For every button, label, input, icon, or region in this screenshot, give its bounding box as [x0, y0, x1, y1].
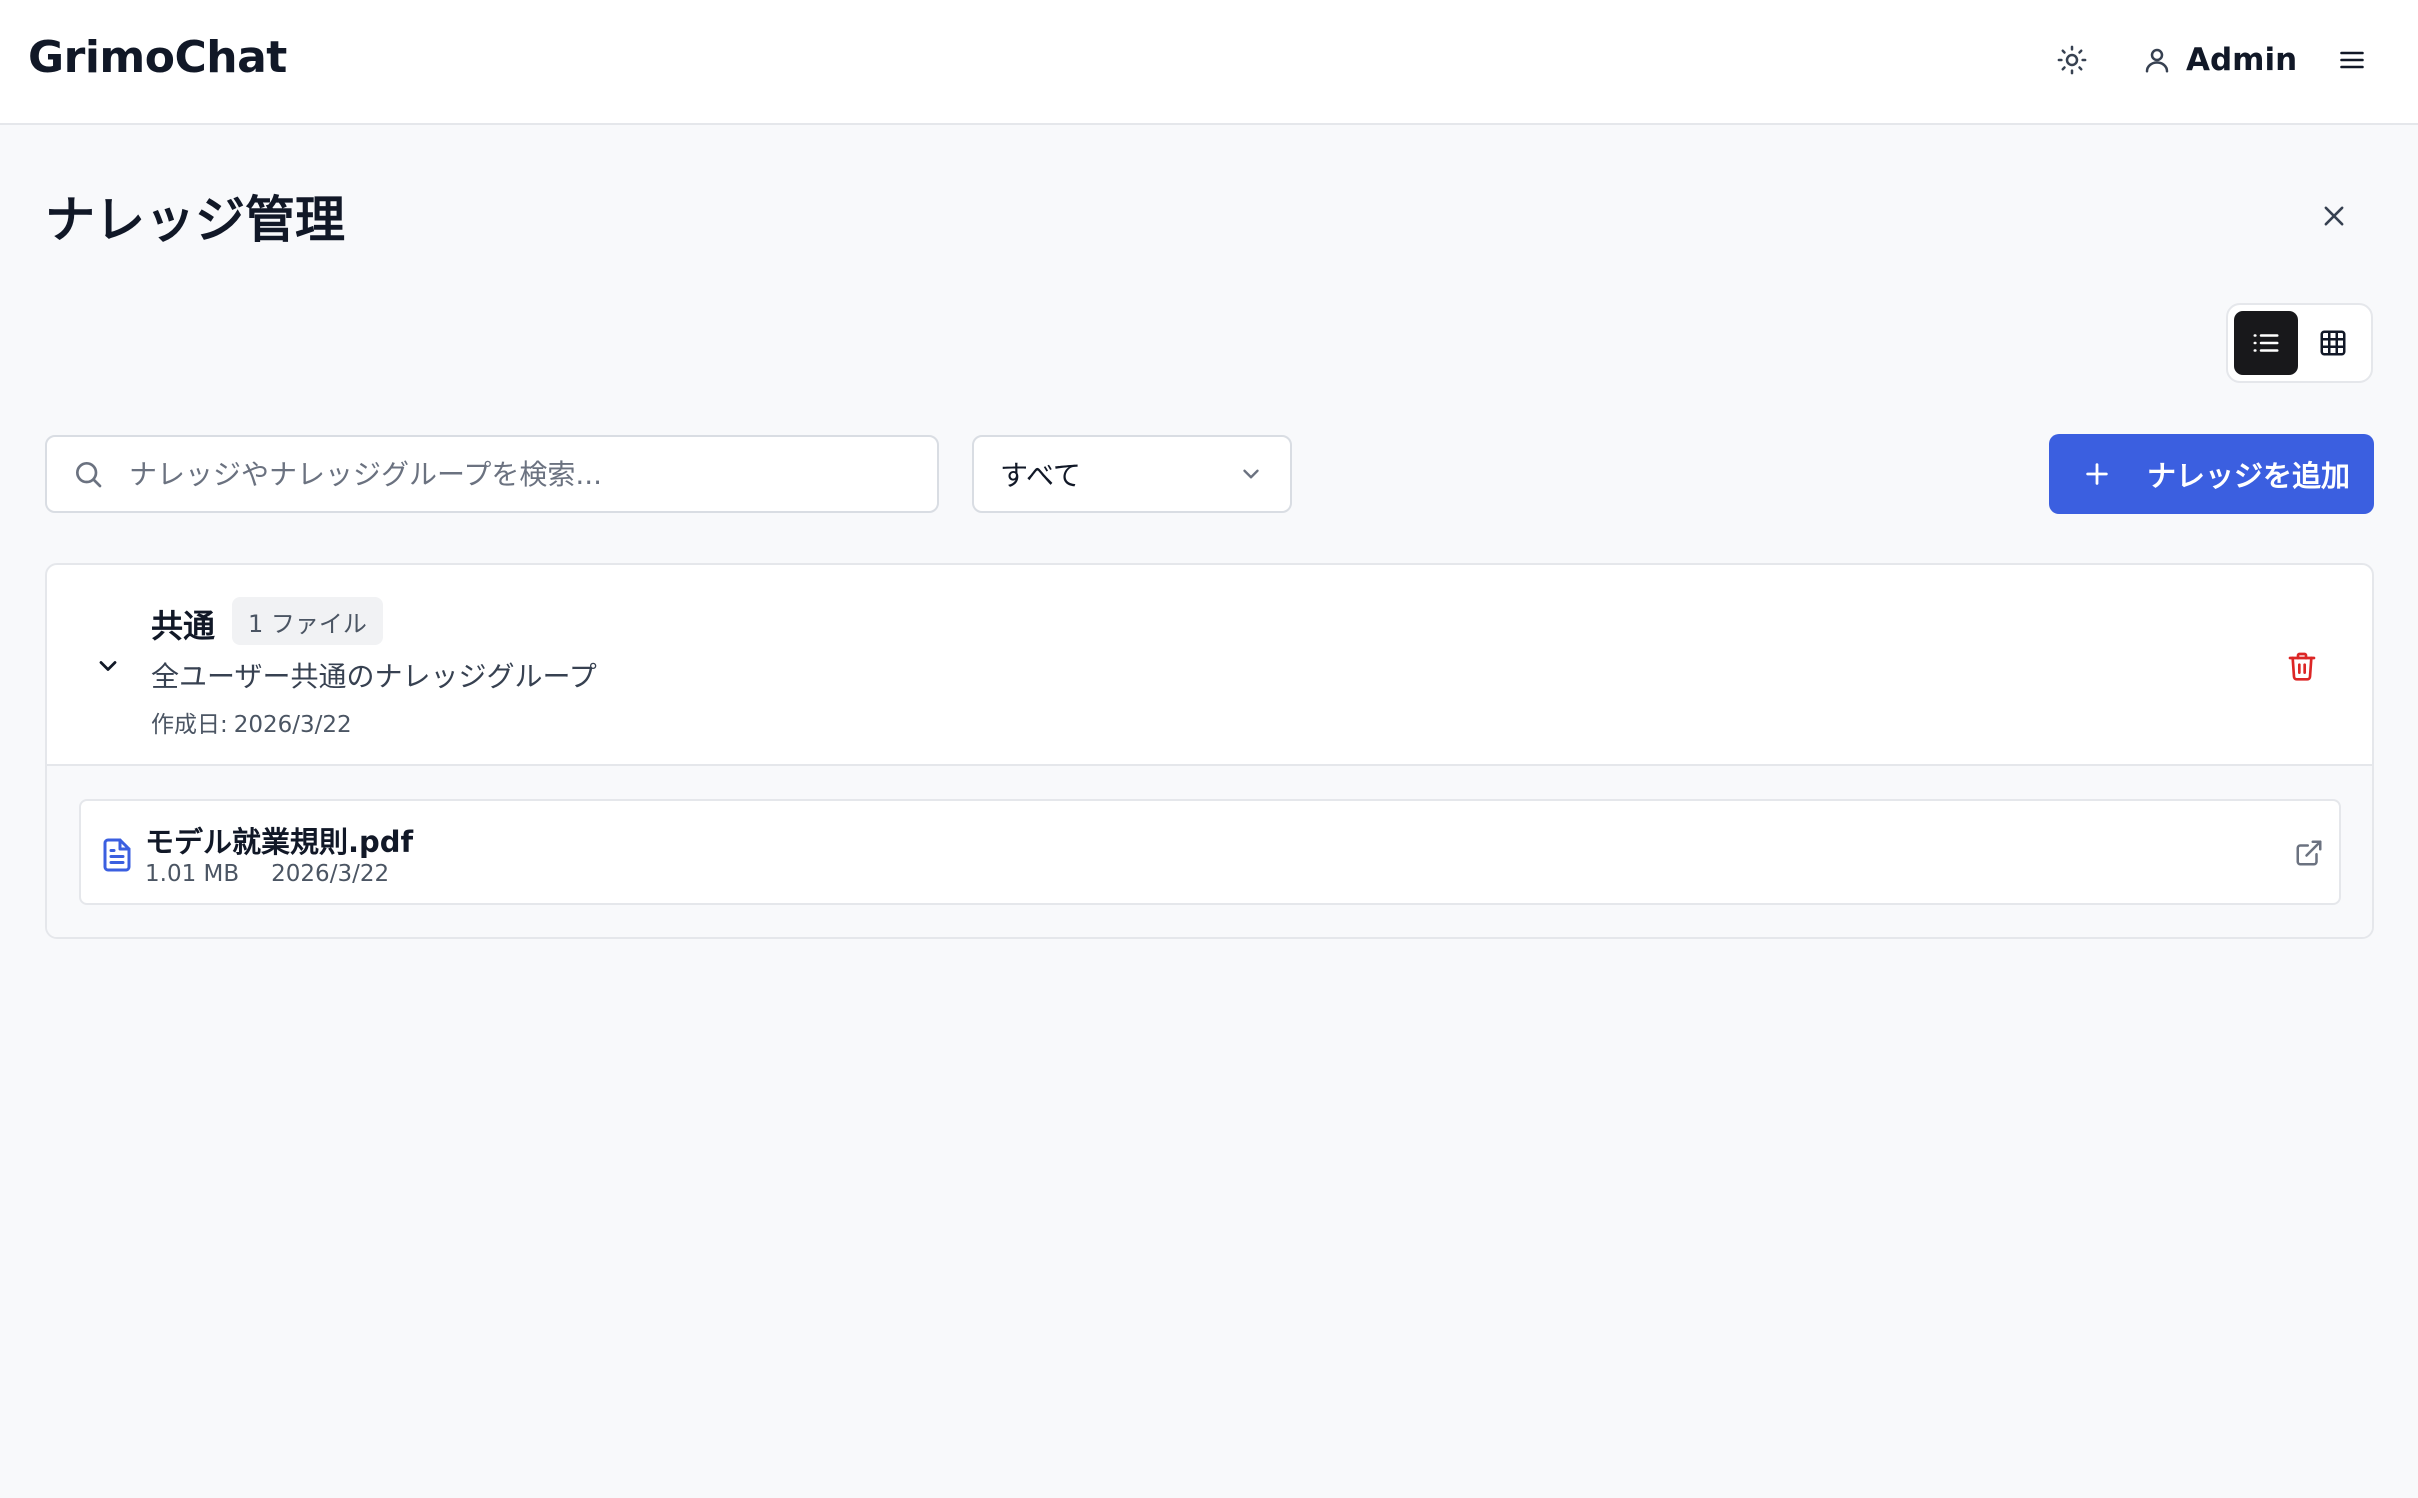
user-menu-button[interactable]: Admin — [2142, 36, 2297, 84]
grid-view-button[interactable] — [2302, 311, 2366, 375]
knowledge-search — [45, 435, 939, 513]
created-label: 作成日: — [151, 712, 228, 738]
created-value: 2026/3/22 — [233, 712, 352, 738]
group-name: 共通 — [151, 607, 216, 645]
top-navigation-bar: GrimoChat Admin — [0, 0, 2418, 125]
knowledge-group-card: 共通 1 ファイル 全ユーザー共通のナレッジグループ 作成日: 2026/3/22… — [45, 563, 2374, 939]
external-link-icon — [2296, 840, 2322, 866]
group-filter-select[interactable]: すべて — [972, 435, 1292, 513]
filter-selected-value: すべて — [1000, 459, 1081, 492]
group-created-date: 作成日: 2026/3/22 — [151, 705, 352, 739]
search-icon — [69, 455, 107, 493]
view-mode-toggle — [2226, 303, 2373, 383]
grid-icon — [2320, 330, 2346, 356]
chevron-down-icon — [1243, 469, 1259, 479]
file-count-badge: 1 ファイル — [232, 597, 383, 645]
close-icon — [2324, 206, 2344, 226]
main-menu-button[interactable] — [2330, 38, 2374, 82]
group-description: 全ユーザー共通のナレッジグループ — [151, 660, 597, 693]
add-knowledge-button[interactable]: ナレッジを追加 — [2049, 434, 2374, 514]
app-brand[interactable]: GrimoChat — [28, 32, 287, 83]
open-file-button[interactable] — [2291, 835, 2327, 871]
chevron-down-icon — [99, 661, 117, 671]
group-file-list: モデル就業規則.pdf 1.01 MB 2026/3/22 — [47, 766, 2372, 937]
trash-icon — [2288, 652, 2316, 681]
search-input[interactable] — [129, 444, 909, 504]
file-name: モデル就業規則.pdf — [145, 825, 414, 859]
group-header[interactable]: 共通 1 ファイル 全ユーザー共通のナレッジグループ 作成日: 2026/3/22 — [47, 565, 2372, 766]
delete-group-button[interactable] — [2281, 645, 2323, 687]
file-size: 1.01 MB — [145, 861, 240, 887]
list-icon — [2253, 334, 2279, 352]
file-meta: 1.01 MB 2026/3/22 — [145, 861, 389, 887]
user-name: Admin — [2186, 42, 2298, 78]
close-button[interactable] — [2308, 190, 2360, 242]
file-date: 2026/3/22 — [271, 861, 390, 887]
file-item[interactable]: モデル就業規則.pdf 1.01 MB 2026/3/22 — [79, 799, 2341, 905]
hamburger-menu-icon — [2340, 51, 2364, 69]
sun-icon — [2057, 45, 2087, 75]
user-icon — [2145, 48, 2169, 73]
add-knowledge-label: ナレッジを追加 — [2147, 459, 2351, 493]
plus-icon — [2086, 463, 2108, 485]
list-view-button[interactable] — [2234, 311, 2298, 375]
document-icon — [103, 838, 131, 872]
page-title: ナレッジ管理 — [45, 191, 345, 249]
collapse-group-button[interactable] — [87, 645, 129, 687]
theme-toggle-button[interactable] — [2050, 38, 2094, 82]
